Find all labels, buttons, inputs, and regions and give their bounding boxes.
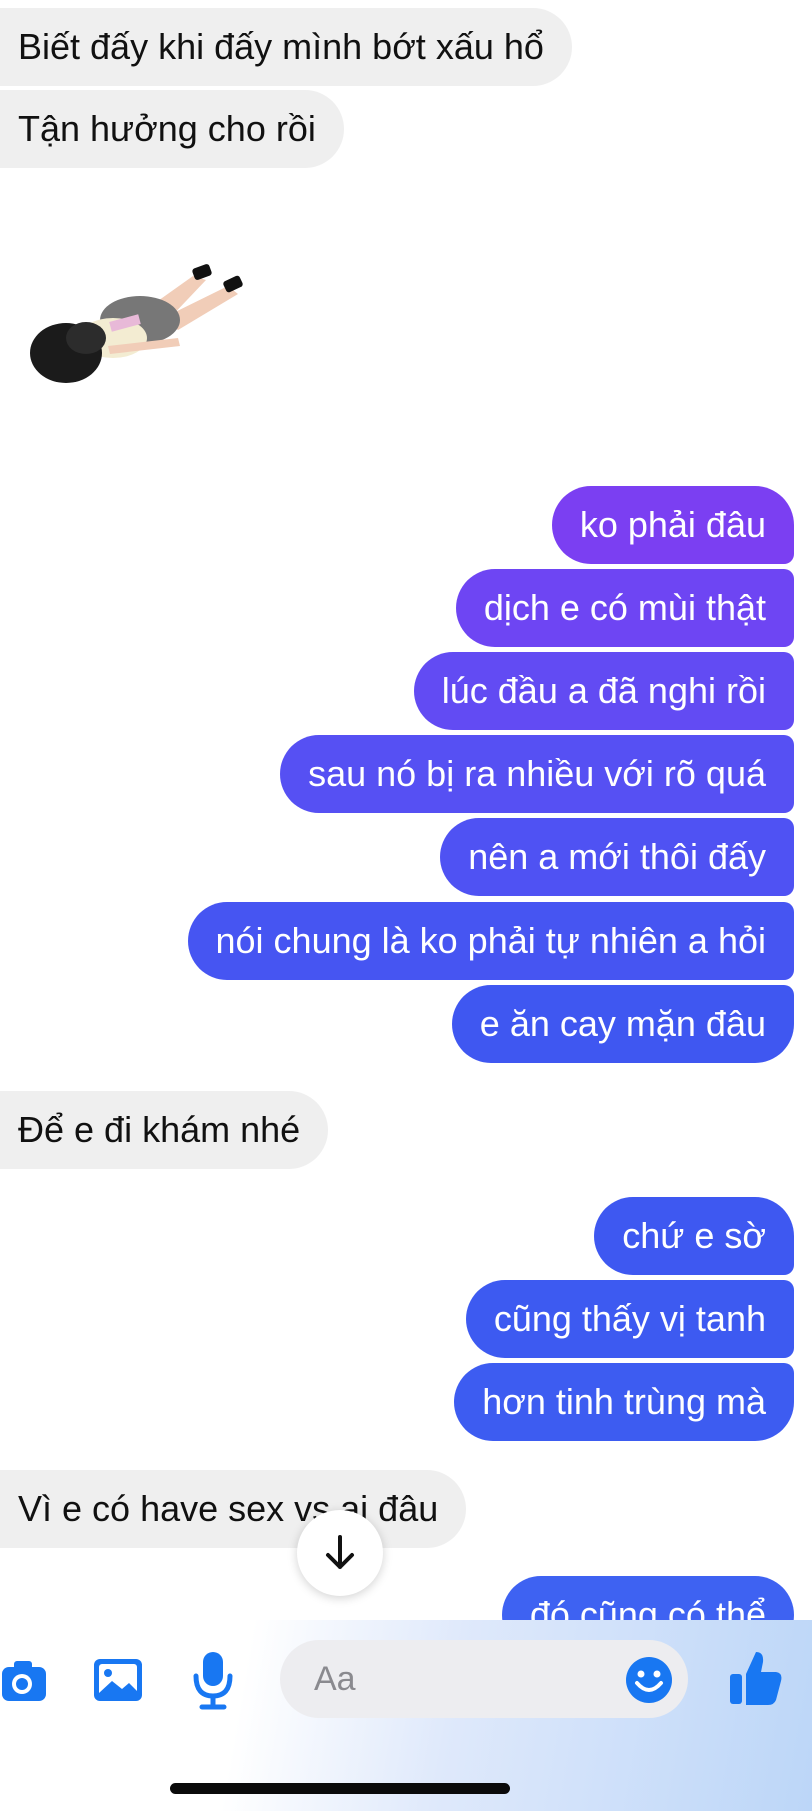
incoming-message[interactable]: Để e đi khám nhé [0, 1091, 329, 1169]
message-text: cũng thấy vị tanh [493, 1298, 766, 1339]
message-text: Để e đi khám nhé [18, 1109, 301, 1150]
outgoing-message[interactable]: ko phải đâu [551, 486, 794, 564]
incoming-message[interactable]: Biết đấy khi đấy mình bớt xấu hổ [0, 8, 572, 86]
message-text: nói chung là ko phải tự nhiên a hỏi [215, 920, 767, 961]
message-text: dịch e có mùi thật [483, 587, 766, 628]
smiley-icon[interactable] [624, 1655, 674, 1705]
scroll-to-bottom-button[interactable] [297, 1510, 383, 1596]
message-input-placeholder: Aa [314, 1659, 356, 1698]
outgoing-message[interactable]: nói chung là ko phải tự nhiên a hỏi [187, 902, 794, 980]
message-text: hơn tinh trùng mà [482, 1381, 766, 1422]
outgoing-message[interactable]: lúc đầu a đã nghi rồi [413, 652, 794, 730]
incoming-message[interactable]: Vì e có have sex vs ai đâu [0, 1470, 467, 1548]
outgoing-message[interactable]: sau nó bị ra nhiều với rõ quá [280, 735, 794, 813]
message-text: sau nó bị ra nhiều với rõ quá [308, 753, 766, 794]
message-text: Vì e có have sex vs ai đâu [18, 1488, 439, 1529]
message-text: Biết đấy khi đấy mình bớt xấu hổ [18, 26, 544, 67]
outgoing-message[interactable]: dịch e có mùi thật [455, 569, 794, 647]
outgoing-message[interactable]: cũng thấy vị tanh [465, 1280, 794, 1358]
message-text: e ăn cay mặn đâu [479, 1003, 766, 1044]
incoming-message[interactable]: Tận hưởng cho rồi [0, 90, 344, 168]
arrow-down-icon [326, 1535, 354, 1569]
outgoing-message[interactable]: chứ e sờ [594, 1197, 794, 1275]
message-text: ko phải đâu [579, 504, 766, 545]
message-text: Tận hưởng cho rồi [18, 108, 316, 149]
message-text: chứ e sờ [622, 1215, 766, 1256]
lying-girl-sticker[interactable] [28, 258, 258, 393]
home-indicator [170, 1783, 510, 1794]
message-text: lúc đầu a đã nghi rồi [441, 670, 766, 711]
outgoing-message[interactable]: e ăn cay mặn đâu [451, 985, 794, 1063]
outgoing-message[interactable]: nên a mới thôi đấy [440, 818, 794, 896]
outgoing-message[interactable]: hơn tinh trùng mà [454, 1363, 794, 1441]
message-text: nên a mới thôi đấy [468, 836, 766, 877]
microphone-icon[interactable] [190, 1650, 236, 1710]
thumbs-up-icon[interactable] [728, 1648, 784, 1708]
image-icon[interactable] [92, 1655, 144, 1705]
camera-icon[interactable] [0, 1655, 50, 1705]
